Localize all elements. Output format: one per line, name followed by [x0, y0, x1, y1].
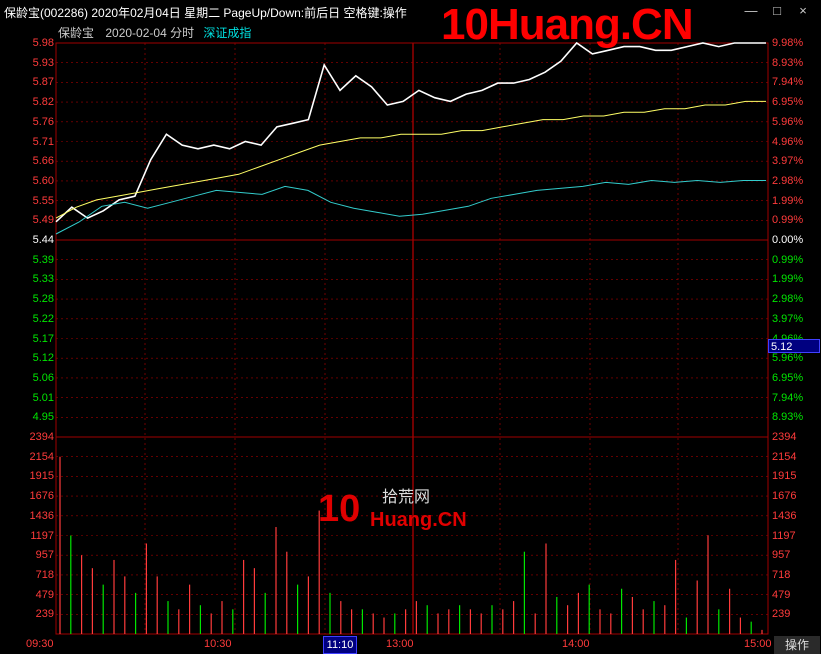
price-tick-label: 5.66 — [32, 155, 54, 168]
time-tick-label: 10:30 — [204, 638, 232, 650]
intraday-chart[interactable] — [0, 0, 821, 654]
volume-tick-label: 239 — [772, 608, 791, 621]
time-tick-label: 14:00 — [562, 638, 590, 650]
volume-tick-label: 2154 — [772, 450, 797, 463]
percent-tick-label: 3.97% — [772, 155, 804, 168]
percent-tick-label: 6.95% — [772, 371, 804, 384]
volume-tick-label: 2394 — [772, 431, 797, 443]
percent-tick-label: 2.98% — [772, 293, 804, 306]
title-bar: 保龄宝(002286) 2020年02月04日 星期二 PageUp/Down:… — [0, 0, 821, 49]
percent-tick-label: 1.99% — [772, 273, 804, 286]
window-title: 保龄宝(002286) 2020年02月04日 星期二 PageUp/Down:… — [4, 6, 407, 20]
price-tick-label: 5.55 — [32, 194, 54, 207]
volume-tick-label: 479 — [35, 588, 54, 601]
percent-tick-label: 0.99% — [772, 214, 804, 227]
logo-latin-text: Huang.CN — [370, 509, 467, 531]
price-tick-label: 4.95 — [32, 411, 54, 424]
price-tick-label: 5.12 — [32, 352, 54, 365]
price-tick-label: 5.76 — [32, 115, 54, 128]
price-tick-label: 5.60 — [32, 174, 54, 187]
volume-tick-label: 718 — [772, 568, 791, 581]
price-tick-label: 5.01 — [32, 391, 54, 404]
watermark-text: 10Huang.CN — [441, 0, 694, 49]
percent-tick-label: 6.95% — [772, 96, 804, 109]
percent-tick-label: 0.99% — [772, 253, 804, 266]
percent-tick-label: 3.97% — [772, 312, 804, 325]
percent-tick-label: 1.99% — [772, 194, 804, 207]
price-tick-label: 5.93 — [32, 56, 54, 69]
info-bar: 保龄宝 2020-02-04 分时 深证成指 — [58, 24, 251, 41]
logo-number: 10 — [318, 488, 361, 530]
volume-tick-label: 2154 — [29, 450, 54, 463]
percent-tick-label: 7.94% — [772, 391, 804, 404]
volume-tick-label: 718 — [35, 568, 54, 581]
volume-tick-label: 1436 — [772, 509, 797, 522]
logo-watermark: 10 拾荒网 Huang.CN — [318, 488, 488, 536]
index-line — [55, 179, 766, 235]
price-tick-label: 5.22 — [32, 312, 54, 325]
stock-name: 保龄宝 — [58, 26, 95, 40]
maximize-button[interactable]: □ — [766, 2, 788, 20]
percent-tick-label: 7.94% — [772, 76, 804, 89]
time-tick-label: 15:00 — [744, 638, 772, 650]
index-name[interactable]: 深证成指 — [203, 26, 251, 40]
volume-tick-label: 957 — [772, 549, 791, 562]
time-tick-label: 13:00 — [386, 638, 414, 650]
volume-tick-label: 1436 — [29, 509, 54, 522]
percent-tick-label: 9.98% — [772, 37, 804, 49]
percent-tick-label: 5.96% — [772, 115, 804, 128]
time-tick-label: 09:30 — [26, 638, 54, 650]
volume-tick-label: 1676 — [772, 490, 797, 503]
volume-tick-label: 1915 — [29, 470, 54, 483]
percent-tick-label: 4.96% — [772, 135, 804, 148]
volume-tick-label: 957 — [35, 549, 54, 562]
price-tick-label: 5.17 — [32, 332, 54, 345]
volume-tick-label: 1915 — [772, 470, 797, 483]
price-tick-label: 5.71 — [32, 135, 54, 148]
price-tick-label: 5.49 — [32, 214, 54, 227]
minimize-button[interactable]: — — [740, 2, 762, 20]
price-line — [55, 41, 766, 223]
price-tick-label: 5.06 — [32, 371, 54, 384]
percent-tick-label: 0.00% — [772, 234, 804, 246]
chart-date: 2020-02-04 分时 — [105, 26, 195, 40]
percent-tick-label: 2.98% — [772, 174, 804, 187]
volume-tick-label: 1197 — [772, 529, 796, 542]
percent-tick-label: 8.93% — [772, 411, 804, 424]
volume-tick-label: 2394 — [29, 431, 54, 443]
volume-tick-label: 239 — [35, 608, 54, 621]
close-button[interactable]: × — [792, 2, 814, 20]
time-cursor-label: 11:10 — [323, 636, 357, 654]
price-tick-label: 5.44 — [32, 234, 54, 246]
price-cursor-label: 5.12 — [768, 339, 820, 353]
logo-cn-text: 拾荒网 — [382, 489, 431, 506]
price-tick-label: 5.28 — [32, 293, 54, 306]
percent-tick-label: 8.93% — [772, 56, 804, 69]
price-tick-label: 5.87 — [32, 76, 54, 89]
volume-tick-label: 1676 — [29, 490, 54, 503]
operate-button[interactable]: 操作 — [774, 636, 820, 654]
volume-tick-label: 479 — [772, 588, 791, 601]
volume-tick-label: 1197 — [30, 529, 54, 542]
window-controls: — □ × — [740, 2, 820, 20]
price-tick-label: 5.98 — [32, 37, 54, 49]
price-tick-label: 5.39 — [32, 253, 54, 266]
price-tick-label: 5.82 — [32, 96, 54, 109]
price-tick-label: 5.33 — [32, 273, 54, 286]
